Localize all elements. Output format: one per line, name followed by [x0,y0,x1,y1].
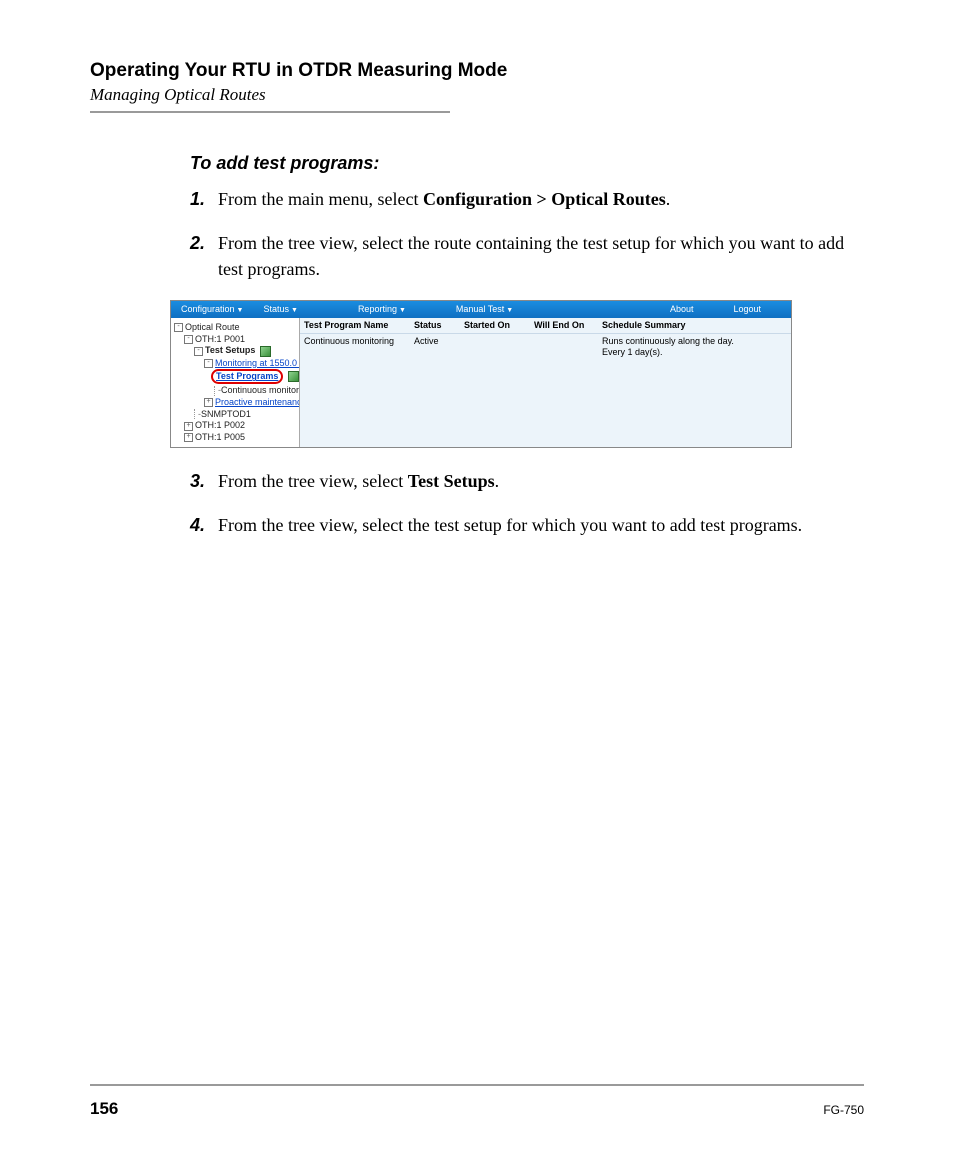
col-will-end-on: Will End On [534,320,602,331]
step-text: From the main menu, select Configuration… [218,186,864,212]
page-number: 156 [90,1099,118,1119]
menu-about[interactable]: About [660,304,724,315]
menu-configuration[interactable]: Configuration▼ [171,304,253,315]
callout-circle: Test Programs [211,369,283,384]
chevron-down-icon: ▼ [237,307,244,315]
cell-name: Continuous monitoring [304,336,414,358]
document-icon [260,346,271,357]
step-text: From the tree view, select Test Setups. [218,468,864,494]
step-text: From the tree view, select the test setu… [218,512,864,538]
col-started-on: Started On [464,320,534,331]
cell-status: Active [414,336,464,358]
step-3: 3. From the tree view, select Test Setup… [190,468,864,494]
app-screenshot: Configuration▼ Status▼ Reporting▼ Manual… [170,300,792,447]
col-test-program-name: Test Program Name [304,320,414,331]
chevron-down-icon: ▼ [506,307,513,315]
tree-item-test-programs[interactable]: Test Programs [174,369,299,385]
col-status: Status [414,320,464,331]
header-rule [90,111,450,113]
cell-schedule-summary: Runs continuously along the day. Every 1… [602,336,787,358]
menu-status[interactable]: Status▼ [253,304,307,315]
content-panel: Test Program Name Status Started On Will… [300,318,791,446]
menu-reporting[interactable]: Reporting▼ [348,304,416,315]
tree-panel: -Optical Route -OTH:1 P001 -Test Setups … [171,318,300,446]
tree-item-continuous-monitoring[interactable]: -Continuous monitorin [174,385,299,397]
step-text: From the tree view, select the route con… [218,230,864,282]
step-number: 2. [190,230,218,256]
menu-logout[interactable]: Logout [723,304,791,315]
expand-icon[interactable]: + [184,422,193,431]
step-number: 3. [190,468,218,494]
collapse-icon[interactable]: - [204,359,213,368]
expand-icon[interactable]: + [184,433,193,442]
chevron-down-icon: ▼ [399,307,406,315]
tree-item-test-setups[interactable]: -Test Setups [174,345,299,357]
tree-item-monitoring-1550[interactable]: -Monitoring at 1550.0 nm [174,357,299,369]
menu-manual-test[interactable]: Manual Test▼ [446,304,523,315]
cell-will-end-on [534,336,602,358]
cell-started-on [464,336,534,358]
collapse-icon[interactable]: - [184,335,193,344]
tree-item-oth1-p001[interactable]: -OTH:1 P001 [174,333,299,345]
chapter-title: Operating Your RTU in OTDR Measuring Mod… [90,60,864,82]
chevron-down-icon: ▼ [291,307,298,315]
step-1: 1. From the main menu, select Configurat… [190,186,864,212]
step-number: 1. [190,186,218,212]
expand-icon[interactable]: + [204,398,213,407]
tree-item-oth1-p002[interactable]: +OTH:1 P002 [174,420,299,432]
grid-header: Test Program Name Status Started On Will… [300,318,791,334]
step-number: 4. [190,512,218,538]
collapse-icon[interactable]: - [194,347,203,356]
menubar: Configuration▼ Status▼ Reporting▼ Manual… [171,301,791,318]
collapse-icon[interactable]: - [174,323,183,332]
document-icon [288,371,299,382]
tree-root[interactable]: -Optical Route [174,321,299,333]
col-schedule-summary: Schedule Summary [602,320,787,331]
tree-item-oth1-p005[interactable]: +OTH:1 P005 [174,432,299,444]
document-code: FG-750 [823,1103,864,1117]
section-title: Managing Optical Routes [90,85,864,105]
footer-rule [90,1084,864,1086]
tree-item-snmptod1[interactable]: -SNMPTOD1 [174,408,299,420]
table-row[interactable]: Continuous monitoring Active Runs contin… [300,334,791,360]
procedure-heading: To add test programs: [190,153,864,174]
tree-item-proactive-maintenance[interactable]: +Proactive maintenance at [174,396,299,408]
step-2: 2. From the tree view, select the route … [190,230,864,282]
step-4: 4. From the tree view, select the test s… [190,512,864,538]
